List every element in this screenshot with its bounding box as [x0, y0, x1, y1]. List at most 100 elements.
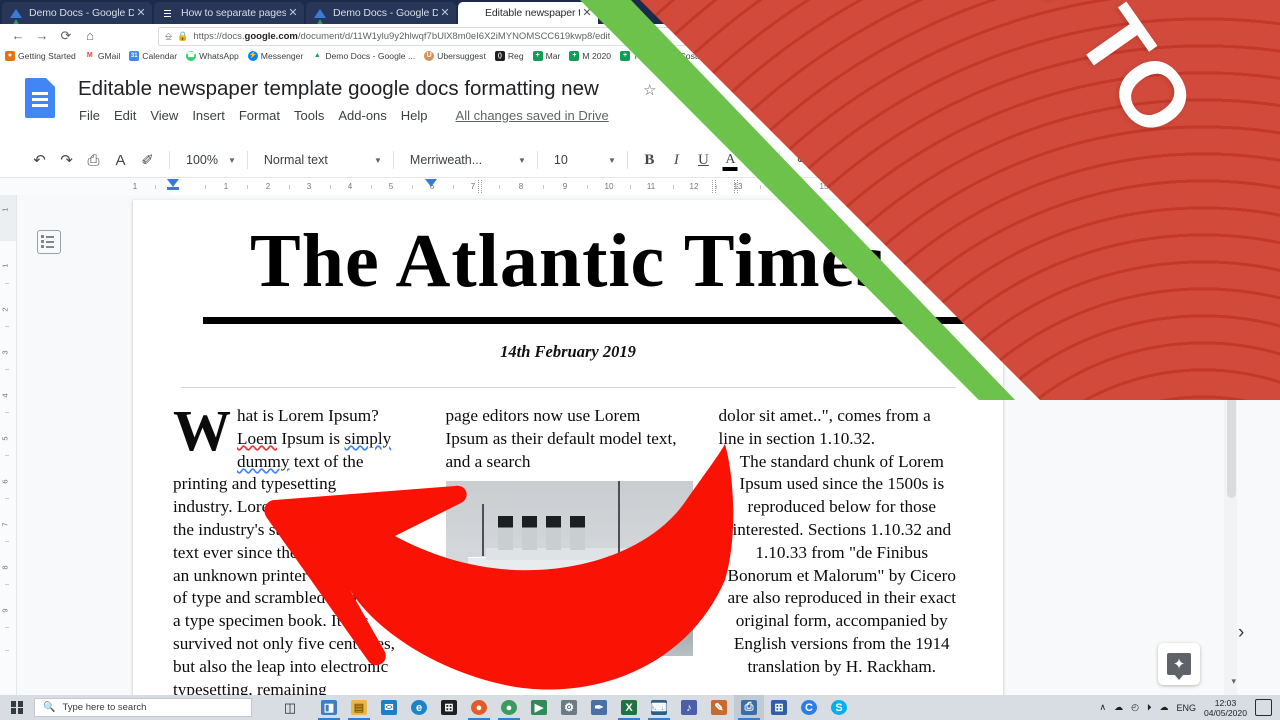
taskbar-mail-icon[interactable]: ✉ [374, 695, 404, 720]
zoom-level-dropdown[interactable]: 100% ▼ [178, 148, 239, 172]
bookmark-mar[interactable]: + Mar [532, 51, 560, 61]
menu-edit[interactable]: Edit [114, 108, 136, 123]
star-icon[interactable]: ☆ [643, 81, 656, 99]
shield-icon[interactable]: ⎒ [165, 31, 172, 42]
explore-button[interactable]: ✦ [1158, 643, 1200, 685]
menu-view[interactable]: View [150, 108, 178, 123]
taskbar-calculator-icon[interactable]: ⊞ [764, 695, 794, 720]
font-family-dropdown[interactable]: Merriweath... ▼ [402, 148, 529, 172]
right-indent-marker[interactable] [425, 179, 437, 187]
menu-tools[interactable]: Tools [294, 108, 324, 123]
italic-button[interactable]: I [663, 147, 690, 174]
save-status[interactable]: All changes saved in Drive [456, 108, 609, 123]
tab-stop[interactable] [712, 180, 716, 193]
taskbar-chrome-icon[interactable]: C [794, 695, 824, 720]
insert-image-icon[interactable]: ▣ [842, 147, 869, 174]
volume-icon[interactable]: ⏵ [1147, 702, 1152, 713]
taskbar-snip-tool-icon[interactable]: ✒ [584, 695, 614, 720]
network-icon[interactable]: ◴ [1131, 702, 1139, 713]
highlight-color-icon[interactable]: ✐ [744, 147, 771, 174]
onedrive-icon[interactable]: ☁ [1114, 702, 1123, 713]
task-view-icon[interactable]: ◫ [276, 700, 304, 716]
menu-file[interactable]: File [79, 108, 100, 123]
insert-link-icon[interactable]: ⚭ [788, 147, 815, 174]
document-page[interactable]: The Atlantic Times 14th February 2019 W … [133, 200, 1003, 695]
add-comment-icon[interactable]: + [815, 147, 842, 174]
menu-format[interactable]: Format [239, 108, 280, 123]
bookmark-demo-docs[interactable]: ▲ Demo Docs - Google ... [312, 51, 415, 61]
bookmark-getting-started[interactable]: ● Getting Started [5, 51, 76, 61]
article-column-3[interactable]: dolor sit amet..", comes from a line in … [719, 405, 966, 695]
bookmark-ubersuggest[interactable]: U Ubersuggest [424, 51, 486, 61]
article-column-2[interactable]: page editors now use Lorem Ipsum as thei… [445, 405, 693, 695]
bookmark-whatsapp[interactable]: ☎ WhatsApp [186, 51, 239, 61]
taskbar-skype-icon[interactable]: S [824, 695, 854, 720]
vertical-ruler[interactable]: 1 1 2 3 4 5 6 7 8 9 [0, 195, 17, 695]
forward-icon[interactable]: → [30, 24, 54, 47]
scrollbar-thumb[interactable] [1227, 198, 1236, 498]
close-icon[interactable]: ✕ [438, 7, 452, 19]
undo-icon[interactable]: ↶ [26, 147, 53, 174]
taskbar-paint-icon[interactable]: ✎ [704, 695, 734, 720]
bookmark-reg[interactable]: () Reg [494, 51, 524, 61]
bookmark-t-work-and-costs[interactable]: + T Work and Costs [620, 51, 702, 61]
bold-button[interactable]: B [636, 147, 663, 174]
back-icon[interactable]: ← [6, 24, 30, 47]
taskbar-file-explorer-blue-icon[interactable]: ◨ [314, 695, 344, 720]
left-indent-marker[interactable] [167, 179, 179, 187]
clock[interactable]: 12:03 04/05/2020 [1204, 698, 1247, 718]
close-icon[interactable]: ✕ [286, 7, 300, 19]
show-hidden-icons-chevron-icon[interactable]: ∧ [1100, 702, 1107, 713]
text-color-button[interactable]: A [717, 147, 744, 174]
taskbar-user-account-icon[interactable]: ● [494, 695, 524, 720]
browser-tab-3[interactable]: Demo Docs - Google Drive ✕ [306, 2, 456, 24]
chevron-right-icon[interactable]: › [1238, 622, 1244, 644]
browser-tab-4-active[interactable]: Editable newspaper template g ✕ [458, 2, 598, 24]
bookmark-gmail[interactable]: M GMail [84, 51, 120, 61]
close-icon[interactable]: ✕ [580, 7, 594, 19]
taskbar-video-icon[interactable]: ▶ [524, 695, 554, 720]
tab-stop[interactable] [478, 180, 482, 193]
font-size-dropdown[interactable]: 10 ▼ [546, 148, 619, 172]
taskbar-microsoft-store-icon[interactable]: ⊞ [434, 695, 464, 720]
taskbar-search-input[interactable]: 🔍 Type here to search [34, 698, 252, 717]
menu-help[interactable]: Help [401, 108, 428, 123]
windows-start-icon[interactable] [0, 695, 34, 720]
move-to-folder-icon[interactable]: ❐ [677, 81, 690, 99]
bookmark-extra[interactable]: + [756, 51, 770, 61]
ocean-liner-photo[interactable] [445, 481, 693, 657]
reload-icon[interactable]: ⟳ [54, 24, 78, 47]
bookmark-cwork[interactable]: ▲ Cwork [710, 51, 748, 61]
bookmark-calendar[interactable]: 31 Calendar [129, 51, 177, 61]
taskbar-vscode-icon[interactable]: ⌨ [644, 695, 674, 720]
paint-format-icon[interactable]: ✐ [134, 147, 161, 174]
google-docs-logo[interactable] [25, 78, 55, 118]
browser-tab-1[interactable]: Demo Docs - Google Drive ✕ [2, 2, 152, 24]
document-outline-icon[interactable] [37, 230, 61, 254]
language-indicator[interactable]: ENG [1176, 703, 1196, 713]
taskbar-file-explorer-icon[interactable]: ▤ [344, 695, 374, 720]
taskbar-settings-icon[interactable]: ⚙ [554, 695, 584, 720]
browser-tab-2[interactable]: How to separate pages in goo ✕ [154, 2, 304, 24]
lock-icon[interactable]: 🔒 [177, 31, 188, 42]
notification-center-icon[interactable] [1255, 699, 1272, 716]
tab-stop[interactable] [734, 180, 738, 193]
document-title[interactable]: Editable newspaper template google docs … [78, 77, 599, 101]
spelling-check-icon[interactable]: A [107, 147, 134, 174]
taskbar-edge-icon[interactable]: e [404, 695, 434, 720]
taskbar-excel-icon[interactable]: X [614, 695, 644, 720]
address-bar[interactable]: ⎒ 🔒 https://docs.google.com/document/d/1… [158, 27, 1212, 46]
home-icon[interactable]: ⌂ [78, 24, 102, 47]
taskbar-firefox-icon[interactable]: ● [464, 695, 494, 720]
bookmark-m2020[interactable]: + M 2020 [569, 51, 611, 61]
article-column-1[interactable]: W hat is Lorem Ipsum? Loem Ipsum is simp… [173, 402, 420, 696]
taskbar-printer-icon[interactable]: ⎙ [734, 695, 764, 720]
menu-insert[interactable]: Insert [192, 108, 225, 123]
cloud-icon[interactable]: ☁ [1159, 702, 1168, 713]
horizontal-ruler[interactable]: 1 1 2 3 4 5 6 7 8 9 10 11 12 13 14 15 16 [0, 178, 1280, 196]
new-tab-button[interactable]: + [600, 3, 620, 23]
redo-icon[interactable]: ↷ [53, 147, 80, 174]
menu-addons[interactable]: Add-ons [338, 108, 386, 123]
taskbar-kmplayer-icon[interactable]: ♪ [674, 695, 704, 720]
scroll-down-icon[interactable]: ▾ [1231, 676, 1236, 687]
